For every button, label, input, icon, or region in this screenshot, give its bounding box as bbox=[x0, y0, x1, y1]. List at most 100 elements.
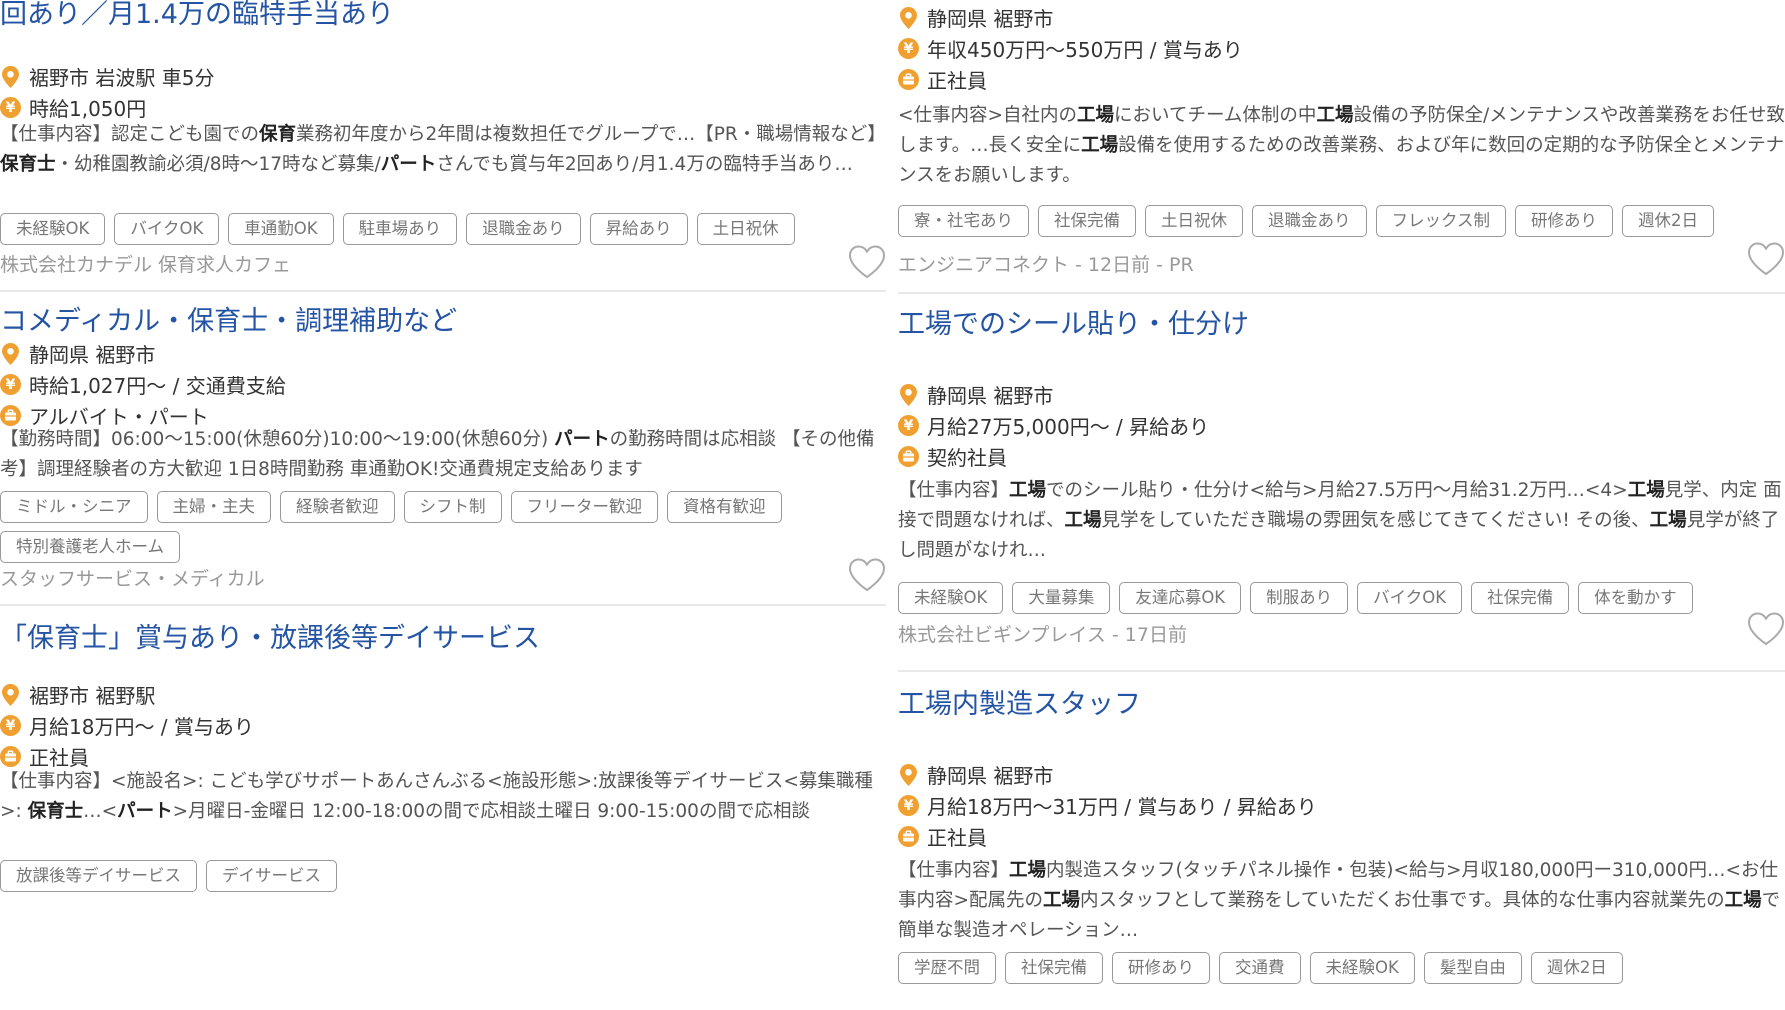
salary-text: 月給27万5,000円～ / 昇給あり bbox=[927, 415, 1210, 439]
location-row: 静岡県 裾野市 bbox=[898, 759, 1785, 790]
salary-row: ¥ 年収450万円～550万円 / 賞与あり bbox=[898, 33, 1785, 64]
tag-chip[interactable]: 社保完備 bbox=[1471, 582, 1570, 614]
tag-chip[interactable]: 車通勤OK bbox=[228, 213, 334, 245]
employment-row: 正社員 bbox=[898, 64, 1785, 95]
location-row: 静岡県 裾野市 bbox=[898, 2, 1785, 33]
tag-chip[interactable]: バイクOK bbox=[114, 213, 220, 245]
tag-chip[interactable]: 駐車場あり bbox=[342, 213, 458, 245]
tag-chip[interactable]: 経験者歓迎 bbox=[280, 491, 395, 523]
job-title-link[interactable]: 工場でのシール貼り・仕分け bbox=[898, 307, 1249, 343]
employment-text: 契約社員 bbox=[927, 446, 1007, 470]
employment-text: 正社員 bbox=[927, 69, 987, 93]
yen-icon: ¥ bbox=[0, 97, 21, 118]
yen-icon: ¥ bbox=[898, 795, 919, 816]
tag-chip[interactable]: 土日祝休 bbox=[1145, 205, 1243, 237]
location-row: 静岡県 裾野市 bbox=[0, 338, 886, 369]
salary-text: 時給1,050円 bbox=[29, 97, 147, 121]
briefcase-icon bbox=[898, 69, 919, 90]
tag-chip[interactable]: 退職金あり bbox=[1252, 205, 1367, 237]
tag-chip[interactable]: ミドル・シニア bbox=[0, 491, 148, 523]
tag-chip[interactable]: 学歴不問 bbox=[898, 952, 996, 984]
salary-row: ¥ 時給1,050円 bbox=[0, 92, 886, 123]
salary-row: ¥ 月給18万円～31万円 / 賞与あり / 昇給あり bbox=[898, 790, 1785, 821]
tag-chip[interactable]: 週休2日 bbox=[1530, 952, 1623, 984]
map-pin-icon bbox=[898, 383, 919, 406]
tag-chip[interactable]: シフト制 bbox=[403, 491, 502, 523]
tag-chip[interactable]: 社保完備 bbox=[1038, 205, 1136, 237]
tag-chip[interactable]: フリーター歓迎 bbox=[510, 491, 658, 523]
heart-icon[interactable] bbox=[1747, 242, 1785, 276]
yen-icon: ¥ bbox=[898, 415, 919, 436]
tag-chip[interactable]: バイクOK bbox=[1357, 582, 1463, 614]
tag-chip[interactable]: 主婦・主夫 bbox=[156, 491, 271, 523]
job-card[interactable]: 静岡県 裾野市 ¥ 年収450万円～550万円 / 賞与あり 正社員 <仕事内容>… bbox=[898, 0, 1785, 294]
job-description: <仕事内容>自社内の工場においてチーム体制の中工場設備の予防保全/メンテナンスや… bbox=[898, 105, 1785, 186]
tag-chip[interactable]: 未経験OK bbox=[898, 582, 1004, 614]
tag-chip[interactable]: 寮・社宅あり bbox=[898, 205, 1029, 237]
tag-list: 寮・社宅あり 社保完備 土日祝休 退職金あり フレックス制 研修あり 週休2日 bbox=[898, 205, 1785, 237]
job-meta: 静岡県 裾野市 ¥ 年収450万円～550万円 / 賞与あり 正社員 bbox=[898, 2, 1785, 95]
job-card[interactable]: コメディカル・保育士・調理補助など 静岡県 裾野市 ¥ 時給1,027円～ / 交… bbox=[0, 292, 886, 606]
job-meta: 裾野市 裾野駅 ¥ 月給18万円～ / 賞与あり 正社員 bbox=[0, 679, 886, 772]
salary-row: ¥ 月給18万円～ / 賞与あり bbox=[0, 710, 886, 741]
tag-chip[interactable]: 髪型自由 bbox=[1423, 952, 1522, 984]
job-meta: 裾野市 岩波駅 車5分 ¥ 時給1,050円 bbox=[0, 61, 886, 123]
location-text: 静岡県 裾野市 bbox=[927, 7, 1054, 31]
job-title-link[interactable]: 工場内製造スタッフ bbox=[898, 687, 1141, 723]
tag-chip[interactable]: 土日祝休 bbox=[696, 213, 795, 245]
tag-chip[interactable]: 退職金あり bbox=[466, 213, 581, 245]
map-pin-icon bbox=[0, 65, 21, 88]
job-card[interactable]: 工場内製造スタッフ 静岡県 裾野市 ¥ 月給18万円～31万円 / 賞与あり / … bbox=[898, 672, 1785, 1010]
tag-chip[interactable]: フレックス制 bbox=[1375, 205, 1507, 237]
map-pin-icon bbox=[0, 683, 21, 706]
tag-chip[interactable]: 特別養護老人ホーム bbox=[0, 531, 181, 563]
salary-text: 月給18万円～ / 賞与あり bbox=[29, 715, 254, 739]
yen-icon: ¥ bbox=[0, 374, 21, 395]
briefcase-icon bbox=[898, 826, 919, 847]
job-card[interactable]: 「保育士」賞与あり・放課後等デイサービス 裾野市 裾野駅 ¥ 月給18万円～ / … bbox=[0, 606, 886, 1010]
tag-chip[interactable]: 未経験OK bbox=[0, 213, 106, 245]
tag-chip[interactable]: 資格有歓迎 bbox=[667, 491, 782, 523]
tag-chip[interactable]: 未経験OK bbox=[1309, 952, 1415, 984]
briefcase-icon bbox=[0, 746, 21, 767]
heart-icon[interactable] bbox=[848, 245, 886, 279]
tag-chip[interactable]: 週休2日 bbox=[1622, 205, 1715, 237]
salary-row: ¥ 月給27万5,000円～ / 昇給あり bbox=[898, 410, 1785, 441]
heart-icon[interactable] bbox=[1747, 612, 1785, 646]
job-meta: 静岡県 裾野市 ¥ 月給18万円～31万円 / 賞与あり / 昇給あり 正社員 bbox=[898, 759, 1785, 852]
job-title-link[interactable]: 回あり／月1.4万の臨特手当あり bbox=[0, 0, 394, 33]
job-card[interactable]: 工場でのシール貼り・仕分け 静岡県 裾野市 ¥ 月給27万5,000円～ / 昇給… bbox=[898, 294, 1785, 672]
company-name: スタッフサービス・メディカル bbox=[0, 568, 265, 590]
tag-chip[interactable]: 大量募集 bbox=[1012, 582, 1111, 614]
job-title-link[interactable]: 「保育士」賞与あり・放課後等デイサービス bbox=[0, 621, 540, 657]
tag-chip[interactable]: 体を動かす bbox=[1578, 582, 1693, 614]
job-meta: 静岡県 裾野市 ¥ 時給1,027円～ / 交通費支給 アルバイト・パート bbox=[0, 338, 886, 431]
salary-row: ¥ 時給1,027円～ / 交通費支給 bbox=[0, 369, 886, 400]
job-description: 【仕事内容】<施設名>: こども学びサポートあんさんぶる<施設形態>:放課後等デ… bbox=[0, 771, 873, 822]
location-row: 裾野市 裾野駅 bbox=[0, 679, 886, 710]
location-text: 裾野市 裾野駅 bbox=[29, 684, 156, 708]
tag-chip[interactable]: デイサービス bbox=[206, 860, 337, 892]
employment-row: 正社員 bbox=[898, 821, 1785, 852]
tag-chip[interactable]: 研修あり bbox=[1515, 205, 1614, 237]
salary-text: 時給1,027円～ / 交通費支給 bbox=[29, 374, 286, 398]
tag-chip[interactable]: 交通費 bbox=[1219, 952, 1301, 984]
company-name: 株式会社ビギンプレイス - 17日前 bbox=[898, 624, 1187, 646]
tag-chip[interactable]: 研修あり bbox=[1112, 952, 1210, 984]
tag-chip[interactable]: 放課後等デイサービス bbox=[0, 860, 197, 892]
tag-chip[interactable]: 制服あり bbox=[1250, 582, 1349, 614]
company-name: 株式会社カナデル 保育求人カフェ bbox=[0, 254, 292, 276]
map-pin-icon bbox=[898, 6, 919, 29]
briefcase-icon bbox=[898, 446, 919, 467]
briefcase-icon bbox=[0, 405, 21, 426]
job-card[interactable]: 回あり／月1.4万の臨特手当あり 裾野市 岩波駅 車5分 ¥ 時給1,050円 【… bbox=[0, 0, 886, 292]
tag-chip[interactable]: 友達応募OK bbox=[1119, 582, 1242, 614]
tag-chip[interactable]: 昇給あり bbox=[589, 213, 688, 245]
tag-chip[interactable]: 社保完備 bbox=[1005, 952, 1103, 984]
heart-icon[interactable] bbox=[848, 558, 886, 592]
yen-icon: ¥ bbox=[898, 38, 919, 59]
job-title-link[interactable]: コメディカル・保育士・調理補助など bbox=[0, 304, 457, 340]
location-row: 裾野市 岩波駅 車5分 bbox=[0, 61, 886, 92]
tag-list: 放課後等デイサービス デイサービス bbox=[0, 860, 886, 892]
location-text: 裾野市 岩波駅 車5分 bbox=[29, 66, 215, 90]
